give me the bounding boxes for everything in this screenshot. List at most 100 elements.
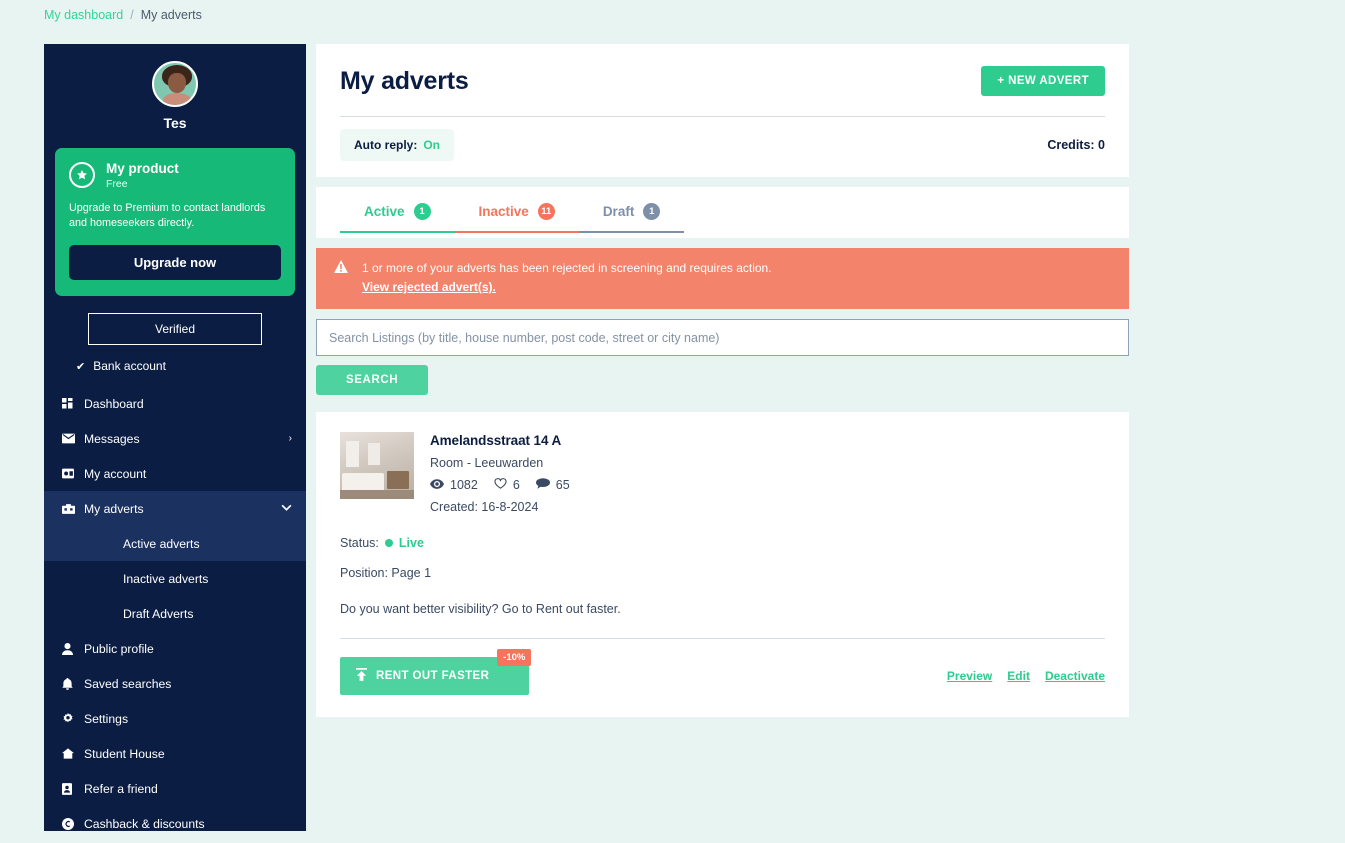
auto-reply-label: Auto reply:: [354, 138, 418, 152]
sidebar-subitem-inactive-adverts[interactable]: Inactive adverts: [44, 561, 306, 596]
sidebar-item-refer-a-friend[interactable]: Refer a friend: [44, 771, 306, 806]
status-label: Status:: [340, 536, 379, 551]
search-button[interactable]: SEARCH: [316, 365, 429, 396]
tab-label: Active: [364, 204, 405, 219]
main-content: My adverts + NEW ADVERT Auto reply: On Cr…: [316, 44, 1129, 718]
sidebar-item-my-adverts[interactable]: My adverts: [44, 491, 306, 527]
product-plan: Free: [106, 177, 128, 190]
thumbnail-window2-shape: [368, 443, 380, 466]
chevron-right-icon: ›: [288, 433, 292, 445]
alert-body: 1 or more of your adverts has been rejec…: [362, 260, 772, 296]
room-photo-thumbnail[interactable]: [340, 432, 414, 500]
bank-account-label: Bank account: [93, 359, 166, 374]
thumbnail-floor-shape: [340, 490, 414, 500]
product-card-titles: My product Free: [106, 161, 179, 190]
status-badge: Live: [398, 536, 424, 551]
sidebar-item-messages[interactable]: Messages ›: [44, 421, 306, 456]
heart-icon: [494, 478, 507, 492]
envelope-icon: [62, 433, 84, 444]
sidebar-item-public-profile[interactable]: Public profile: [44, 631, 306, 666]
likes-stat: 6: [494, 478, 520, 492]
avatar-body-shape: [163, 93, 191, 105]
page-title: My adverts: [340, 66, 469, 95]
sidebar-item-my-account[interactable]: My account: [44, 456, 306, 491]
sidebar-item-settings[interactable]: Settings: [44, 701, 306, 736]
id-card-icon: [62, 468, 84, 479]
advert-position: Position: Page 1: [340, 566, 432, 581]
advert-stats: 1082 6 65: [430, 478, 570, 492]
advert-card: Amelandsstraat 14 A Room - Leeuwarden 10…: [316, 412, 1129, 718]
tab-label: Inactive: [478, 204, 529, 219]
sidebar-item-label: Settings: [84, 711, 129, 726]
upload-arrow-icon: [356, 668, 367, 684]
upgrade-now-button[interactable]: Upgrade now: [69, 245, 281, 281]
new-advert-button[interactable]: + NEW ADVERT: [981, 66, 1105, 96]
tab-draft[interactable]: Draft 1: [578, 200, 685, 233]
sidebar-item-label: My account: [84, 466, 147, 481]
tab-inactive[interactable]: Inactive 11: [454, 200, 579, 233]
discount-badge: -10%: [497, 649, 532, 667]
page-root: My dashboard / My adverts Tes My product…: [0, 0, 1345, 843]
view-rejected-adverts-link[interactable]: View rejected advert(s).: [362, 280, 496, 294]
sidebar-item-cashback-discounts[interactable]: Cashback & discounts: [44, 806, 306, 831]
eye-icon: [430, 478, 444, 492]
sidebar-subitem-active-adverts[interactable]: Active adverts: [44, 526, 306, 562]
header-top-row: My adverts + NEW ADVERT: [340, 44, 1105, 117]
deactivate-link[interactable]: Deactivate: [1045, 669, 1105, 683]
verified-button[interactable]: Verified: [88, 313, 262, 346]
rent-out-faster-label: RENT OUT FASTER: [376, 670, 490, 683]
comments-stat: 65: [535, 478, 570, 492]
coin-icon: [62, 817, 84, 830]
sidebar-item-label: Messages: [84, 431, 140, 446]
sidebar-subitem-label: Draft Adverts: [123, 606, 194, 621]
sidebar-item-saved-searches[interactable]: Saved searches: [44, 666, 306, 701]
sidebar: Tes My product Free Upgrade to Premium t…: [44, 44, 306, 831]
sidebar-item-dashboard[interactable]: Dashboard: [44, 386, 306, 421]
views-count: 1082: [450, 478, 478, 493]
sidebar-item-label: Public profile: [84, 641, 154, 656]
sidebar-item-label: Cashback & discounts: [84, 816, 205, 831]
avatar-container: [44, 44, 306, 107]
advert-visibility-hint: Do you want better visibility? Go to Ren…: [340, 602, 621, 617]
preview-link[interactable]: Preview: [947, 669, 992, 683]
advert-title[interactable]: Amelandsstraat 14 A: [430, 433, 570, 448]
grid-icon: [62, 397, 84, 410]
advert-actions-row: RENT OUT FASTER -10% Preview Edit Deacti…: [340, 649, 1105, 696]
tab-count-badge: 1: [643, 203, 661, 220]
sidebar-item-label: Saved searches: [84, 676, 172, 691]
edit-link[interactable]: Edit: [1007, 669, 1030, 683]
sidebar-subitem-draft-adverts[interactable]: Draft Adverts: [44, 596, 306, 631]
home-icon: [62, 748, 84, 759]
thumbnail-bed-shape: [342, 473, 384, 492]
auto-reply-badge[interactable]: Auto reply: On: [340, 129, 455, 161]
thumbnail-window-shape: [346, 441, 359, 468]
sidebar-item-student-house[interactable]: Student House: [44, 736, 306, 771]
product-description: Upgrade to Premium to contact landlords …: [69, 201, 266, 229]
tab-active[interactable]: Active 1: [340, 200, 455, 233]
credits-label: Credits: 0: [1047, 138, 1105, 152]
tab-count-badge: 1: [413, 203, 431, 220]
breadcrumb-current: My adverts: [140, 8, 202, 22]
sidebar-subitem-label: Inactive adverts: [123, 571, 209, 586]
avatar[interactable]: [152, 61, 198, 107]
bank-account-status: ✔ Bank account: [44, 345, 306, 373]
advert-divider: [340, 638, 1105, 640]
person-icon: [62, 642, 84, 655]
bell-icon: [62, 677, 84, 690]
sidebar-item-label: Dashboard: [84, 396, 144, 411]
breadcrumb-home-link[interactable]: My dashboard: [44, 8, 123, 22]
contact-book-icon: [62, 782, 84, 795]
tabs-bar: Active 1 Inactive 11 Draft 1: [316, 187, 1129, 238]
breadcrumb: My dashboard / My adverts: [44, 8, 202, 22]
product-card-header: My product Free: [69, 161, 281, 190]
breadcrumb-separator: /: [130, 8, 134, 22]
search-input[interactable]: [316, 319, 1129, 357]
check-icon: ✔: [76, 360, 86, 373]
views-stat: 1082: [430, 478, 478, 492]
thumbnail-furniture-shape: [387, 471, 409, 490]
star-circle-icon: [69, 162, 95, 189]
tab-count-badge: 11: [537, 203, 555, 220]
gear-icon: [62, 712, 84, 725]
sidebar-subitem-label: Active adverts: [123, 536, 200, 551]
advert-card-header: Amelandsstraat 14 A Room - Leeuwarden 10…: [340, 432, 1105, 514]
